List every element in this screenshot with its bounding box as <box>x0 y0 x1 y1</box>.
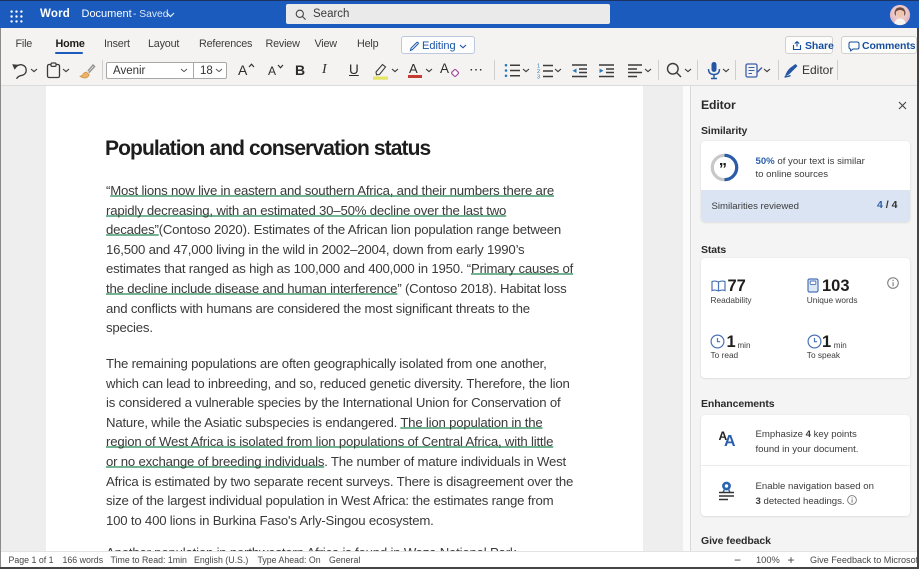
svg-text:3: 3 <box>537 75 540 80</box>
svg-text:”: ” <box>719 161 727 179</box>
